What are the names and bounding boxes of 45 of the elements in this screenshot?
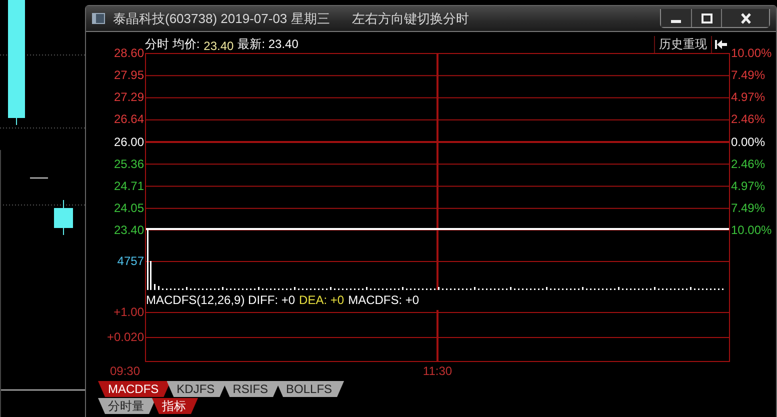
price-axis-label: 26.00 (114, 134, 144, 148)
percent-axis-label: 7.49% (731, 200, 766, 215)
price-axis-label: 24.71 (114, 178, 144, 193)
percent-axis-label: 4.97% (731, 90, 766, 104)
quote-header-text: 23.40 (204, 39, 234, 53)
indicator-tab[interactable]: KDJFS (166, 381, 227, 397)
percent-axis-label: 4.97% (731, 178, 766, 193)
price-axis-label: 24.05 (114, 200, 144, 215)
volume-axis-label: 4757 (117, 254, 144, 268)
percent-axis-label: 0.00% (731, 134, 766, 148)
percent-axis-label: 7.49% (731, 68, 766, 82)
price-axis-label: 23.40 (114, 223, 144, 237)
quote-header-text: 分时 均价: (145, 36, 200, 53)
window-icon (92, 13, 105, 24)
minimize-button[interactable] (661, 9, 691, 27)
price-axis-label: 27.29 (114, 90, 144, 104)
indicator-legend-text: DEA: +0 (299, 293, 344, 307)
indicator-axis-label: +0.020 (106, 330, 144, 344)
maximize-button[interactable] (691, 9, 721, 27)
indicator-axis-label: +1.00 (114, 305, 144, 319)
view-tab[interactable]: 指标 (152, 398, 198, 414)
minimize-icon (671, 20, 681, 23)
time-axis-label: 11:30 (422, 364, 452, 378)
indicator-tab[interactable]: RSIFS (222, 381, 280, 397)
price-axis-label: 27.95 (114, 68, 144, 82)
close-icon (740, 12, 752, 24)
percent-axis-label: 10.00% (731, 46, 772, 60)
time-axis-label: 09:30 (110, 364, 140, 378)
view-tab[interactable]: 分时量 (98, 398, 156, 414)
price-axis-label: 28.60 (114, 46, 144, 60)
close-button[interactable] (721, 9, 769, 27)
percent-axis-label: 10.00% (731, 223, 772, 237)
percent-axis-label: 2.46% (731, 112, 766, 126)
indicator-tab[interactable]: MACDFS (98, 381, 171, 397)
quote-header-text: 最新: 23.40 (238, 36, 298, 53)
price-axis-label: 26.64 (114, 112, 144, 126)
maximize-icon (700, 12, 712, 24)
indicator-legend-text: MACDFS(12,26,9) DIFF: +0 (146, 293, 296, 307)
price-axis-label: 25.36 (114, 156, 144, 171)
skip-back-icon (715, 39, 727, 50)
window-title: 泰晶科技(603738) 2019-07-03 星期三 (113, 10, 330, 28)
indicator-legend-text: MACDFS: +0 (348, 293, 420, 307)
keyboard-hint: 左右方向键切换分时 (352, 10, 469, 28)
percent-axis-label: 2.46% (731, 156, 766, 171)
indicator-tab[interactable]: BOLLFS (276, 381, 344, 397)
